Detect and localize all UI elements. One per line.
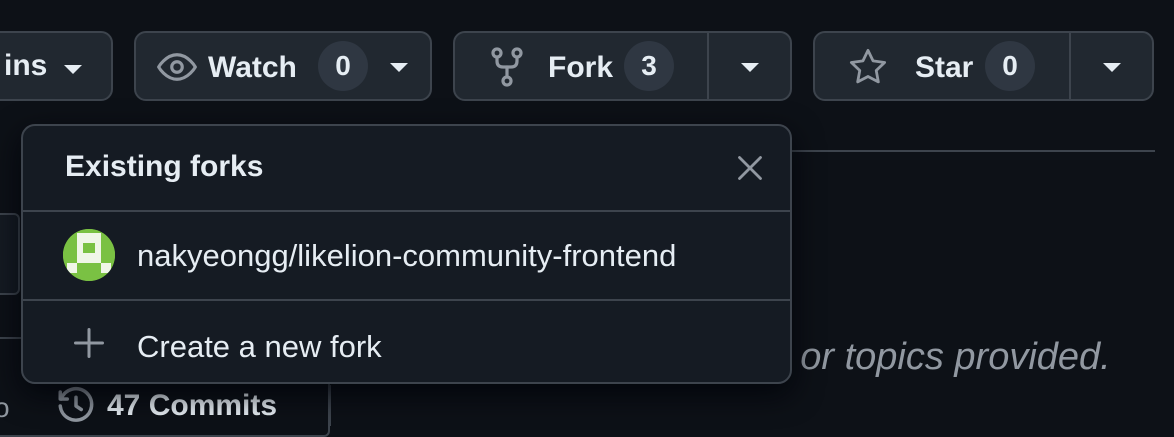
fork-button[interactable]: Fork 3 [453,31,792,101]
watch-count: 0 [318,41,368,91]
fork-label: Fork [548,51,614,84]
chevron-down-icon [64,65,82,74]
fork-dropdown-toggle[interactable] [709,33,792,99]
close-icon[interactable] [736,154,764,187]
fork-repo-name: nakyeongg/likelion-community-frontend [137,238,677,273]
content-divider [790,150,1155,152]
star-label: Star [915,51,974,84]
popover-header: Existing forks [23,126,790,212]
chevron-down-icon [741,63,759,72]
chevron-down-icon [390,63,408,72]
create-new-fork-label: Create a new fork [137,329,382,364]
existing-forks-popover: Existing forks nakyeongg/likelion-commun… [21,124,792,384]
left-text-fragment: o [0,392,10,423]
commits-link[interactable]: 47 Commits [55,385,277,427]
create-new-fork-item[interactable]: Create a new fork [23,301,790,386]
star-button[interactable]: Star 0 [813,31,1154,101]
fork-count: 3 [624,41,674,91]
pins-button-label: ins [4,49,48,82]
repo-description-fragment: e, or topics provided. [758,336,1111,378]
commits-label: 47 Commits [107,389,278,422]
history-icon [55,385,97,427]
background-input-fragment [0,213,20,295]
pins-dropdown-button[interactable]: ins [0,31,113,101]
avatar [63,229,115,281]
star-count: 0 [985,41,1035,91]
star-dropdown-toggle[interactable] [1071,33,1154,99]
eye-icon [156,46,198,88]
watch-label: Watch [208,51,297,84]
star-icon [847,46,889,88]
fork-list-item[interactable]: nakyeongg/likelion-community-frontend [23,212,790,301]
repo-forked-icon [489,47,525,87]
popover-title: Existing forks [65,150,264,183]
sidebar-divider [329,385,331,426]
watch-button[interactable]: Watch 0 [134,31,432,101]
plus-icon [71,325,107,366]
chevron-down-icon [1103,63,1121,72]
